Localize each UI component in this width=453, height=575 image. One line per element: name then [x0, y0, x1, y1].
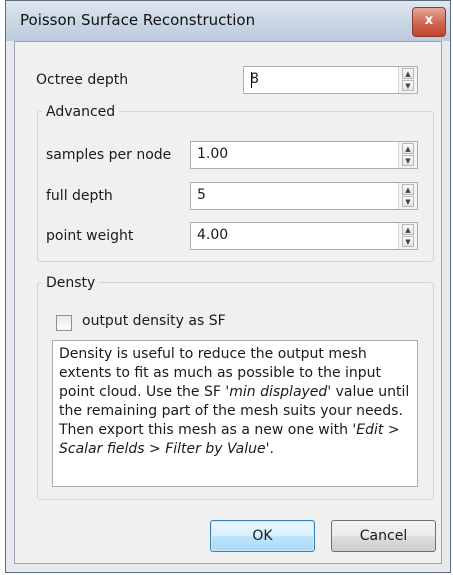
text-caret: [251, 72, 252, 88]
octree-depth-spinbox[interactable]: 8 ▲ ▼: [243, 66, 418, 94]
spin-arrows: ▲ ▼: [398, 183, 417, 209]
advanced-group-title: Advanced: [42, 104, 120, 120]
spin-down-icon[interactable]: ▼: [402, 80, 414, 91]
dialog-body: Octree depth 8 ▲ ▼ Advanced samples per …: [14, 41, 442, 564]
cancel-button-label: Cancel: [359, 528, 408, 544]
octree-depth-label: Octree depth: [36, 72, 129, 88]
cancel-button[interactable]: Cancel: [331, 520, 436, 552]
ok-button[interactable]: OK: [210, 520, 315, 552]
density-group-title: Densty: [42, 275, 100, 291]
spin-down-icon[interactable]: ▼: [402, 196, 414, 207]
spin-up-icon[interactable]: ▲: [402, 184, 414, 195]
spin-down-icon[interactable]: ▼: [402, 155, 414, 166]
spin-down-icon[interactable]: ▼: [402, 236, 414, 247]
spin-up-icon[interactable]: ▲: [402, 68, 414, 79]
spin-arrows: ▲ ▼: [398, 223, 417, 249]
samples-per-node-spinbox[interactable]: 1.00 ▲ ▼: [190, 141, 418, 169]
title-bar[interactable]: Poisson Surface Reconstruction x: [6, 1, 450, 41]
output-density-checkbox[interactable]: [56, 315, 72, 331]
info-text-italic: min displayed: [229, 384, 328, 400]
point-weight-value: 4.00: [197, 227, 229, 243]
close-button[interactable]: x: [412, 7, 446, 37]
spin-up-icon[interactable]: ▲: [402, 224, 414, 235]
ok-button-label: OK: [252, 528, 273, 544]
density-info-text: Density is useful to reduce the output m…: [59, 345, 411, 459]
info-text-part: '.: [265, 441, 274, 457]
full-depth-label: full depth: [46, 188, 113, 204]
samples-per-node-value: 1.00: [197, 146, 229, 162]
samples-per-node-label: samples per node: [46, 147, 172, 163]
point-weight-spinbox[interactable]: 4.00 ▲ ▼: [190, 222, 418, 250]
close-icon: x: [424, 13, 434, 28]
full-depth-value: 5: [197, 187, 206, 203]
point-weight-label: point weight: [46, 228, 134, 244]
spin-arrows: ▲ ▼: [398, 67, 417, 93]
full-depth-spinbox[interactable]: 5 ▲ ▼: [190, 182, 418, 210]
output-density-label[interactable]: output density as SF: [82, 313, 226, 329]
dialog-window: Poisson Surface Reconstruction x Octree …: [5, 0, 451, 573]
spin-arrows: ▲ ▼: [398, 142, 417, 168]
window-title: Poisson Surface Reconstruction: [20, 11, 256, 29]
density-info-textbox[interactable]: Density is useful to reduce the output m…: [52, 340, 418, 487]
spin-up-icon[interactable]: ▲: [402, 143, 414, 154]
